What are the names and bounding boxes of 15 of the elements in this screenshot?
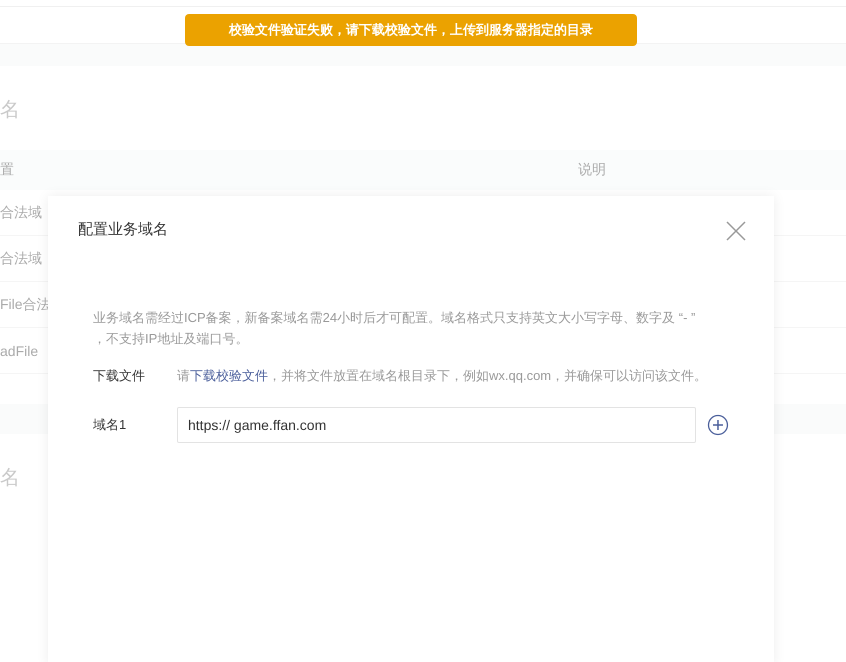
add-icon[interactable]: [707, 414, 729, 436]
download-link[interactable]: 下载校验文件: [190, 368, 268, 383]
domain-input[interactable]: https:// game.ffan.com: [177, 407, 696, 443]
field-label: 下载文件: [93, 367, 146, 385]
dialog-title: 配置业务域名: [78, 220, 168, 239]
table-cell: 合法域: [0, 204, 42, 222]
table-cell: adFile: [0, 342, 38, 358]
notice-text: 业务域名需经过ICP备案，新备案域名需24小时后才可配置。域名格式只支持英文大小写字母、数字及 “- ” ，不支持IP地址及端口号。: [93, 309, 696, 348]
field-label: 域名1: [93, 416, 128, 434]
warning-toast: 校验文件验证失败，请下载校验文件，上传到服务器指定的目录: [185, 14, 637, 46]
table-cell: 合法域: [0, 250, 42, 268]
column-header: 说明: [578, 161, 606, 179]
column-header: 置: [0, 161, 14, 179]
close-icon[interactable]: [726, 221, 746, 241]
download-instructions: 请下载校验文件，并将文件放置在域名根目录下，例如wx.qq.com，并确保可以访问该文件。: [177, 367, 708, 385]
